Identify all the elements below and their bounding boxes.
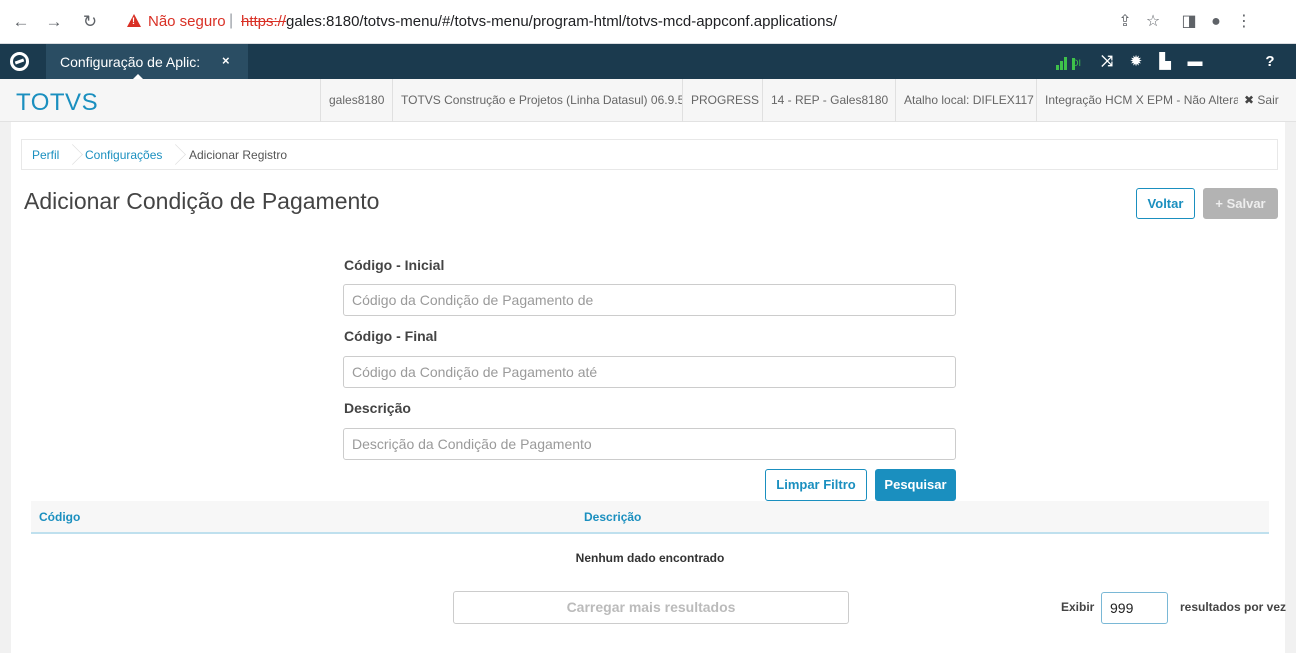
not-secure-label[interactable]: Não seguro: [148, 13, 226, 30]
empty-message: Nenhum dado encontrado: [575, 551, 725, 565]
close-x-icon: ✖: [1244, 93, 1255, 107]
warning-icon[interactable]: [127, 14, 141, 27]
info-environment[interactable]: 14 - REP - Gales8180: [762, 79, 895, 122]
totvs-logo-icon[interactable]: [10, 52, 29, 71]
exit-label: Sair: [1257, 93, 1279, 107]
gear-icon[interactable]: ✹: [1125, 52, 1147, 72]
save-button[interactable]: + Salvar: [1203, 188, 1278, 219]
url-field[interactable]: https://gales:8180/totvs-menu/#/totvs-me…: [241, 13, 837, 30]
breadcrumb-adicionar: Adicionar Registro: [189, 148, 288, 162]
url-path: gales:8180/totvs-menu/#/totvs-menu/progr…: [286, 13, 838, 30]
code-start-input[interactable]: [343, 284, 956, 316]
grid-header: Código Descrição: [31, 501, 1269, 534]
back-arrow-icon[interactable]: ←: [11, 12, 31, 32]
breadcrumb-configuracoes[interactable]: Configurações: [85, 148, 162, 162]
info-integration[interactable]: Integração HCM X EPM - Não Alterar: [1036, 79, 1238, 122]
per-page-label: resultados por vez: [1180, 600, 1287, 614]
browser-address-bar: ← → ↻ Não seguro | https://gales:8180/to…: [0, 0, 1296, 44]
close-icon[interactable]: ×: [222, 53, 230, 68]
code-start-label: Código - Inicial: [344, 257, 445, 273]
search-button[interactable]: Pesquisar: [875, 469, 956, 501]
description-label: Descrição: [344, 400, 411, 416]
breadcrumb-perfil[interactable]: Perfil: [32, 148, 59, 162]
info-shortcut[interactable]: Atalho local: DIFLEX117: [895, 79, 1036, 122]
more-menu-icon[interactable]: ⋮: [1233, 11, 1255, 33]
share-icon[interactable]: ⇪: [1114, 11, 1136, 33]
column-header-descricao[interactable]: Descrição: [584, 510, 641, 524]
info-server[interactable]: gales8180: [320, 79, 392, 122]
column-header-codigo[interactable]: Código: [39, 510, 80, 524]
load-more-button[interactable]: Carregar mais resultados: [453, 591, 849, 624]
page-title: Adicionar Condição de Pagamento: [24, 188, 380, 214]
results-grid: Código Descrição Nenhum dado encontrado: [31, 501, 1269, 582]
connection-signal-icon[interactable]: DI: [1056, 54, 1086, 70]
info-database[interactable]: PROGRESS: [682, 79, 762, 122]
clear-filter-button[interactable]: Limpar Filtro: [765, 469, 867, 501]
description-input[interactable]: [343, 428, 956, 460]
page-size-input[interactable]: [1101, 592, 1168, 624]
tab-label: Configuração de Aplic:: [60, 54, 201, 70]
side-panel-icon[interactable]: ◨: [1178, 11, 1200, 33]
chat-icon[interactable]: ▬: [1184, 52, 1206, 72]
url-scheme: https://: [241, 13, 287, 30]
breadcrumb: Perfil Configurações Adicionar Registro: [21, 139, 1278, 170]
profile-icon[interactable]: ●: [1205, 11, 1227, 33]
url-separator: |: [229, 12, 234, 29]
code-end-input[interactable]: [343, 356, 956, 388]
breadcrumb-separator: [64, 140, 74, 169]
exit-button[interactable]: ✖ Sair: [1244, 93, 1279, 107]
show-label: Exibir: [1061, 600, 1095, 614]
forward-arrow-icon[interactable]: →: [44, 12, 64, 32]
brand-title: TOTVS: [16, 89, 99, 116]
signal-label: DI: [1072, 58, 1081, 70]
info-bar: TOTVS gales8180 TOTVS Construção e Proje…: [0, 79, 1296, 122]
app-top-bar: Configuração de Aplic: × DI ⤨ ✹ ▙ ▬ ?: [0, 44, 1296, 80]
help-icon[interactable]: ?: [1259, 52, 1281, 72]
document-icon[interactable]: ▙: [1154, 52, 1176, 72]
bookmark-star-icon[interactable]: ☆: [1142, 11, 1164, 33]
info-company[interactable]: TOTVS Construção e Projetos (Linha Datas…: [392, 79, 682, 122]
reload-icon[interactable]: ↻: [80, 12, 100, 32]
back-button[interactable]: Voltar: [1136, 188, 1195, 219]
tab-configuracao[interactable]: Configuração de Aplic: ×: [46, 44, 248, 80]
shuffle-icon[interactable]: ⤨: [1096, 52, 1118, 72]
code-end-label: Código - Final: [344, 328, 438, 344]
breadcrumb-separator: [167, 140, 177, 169]
